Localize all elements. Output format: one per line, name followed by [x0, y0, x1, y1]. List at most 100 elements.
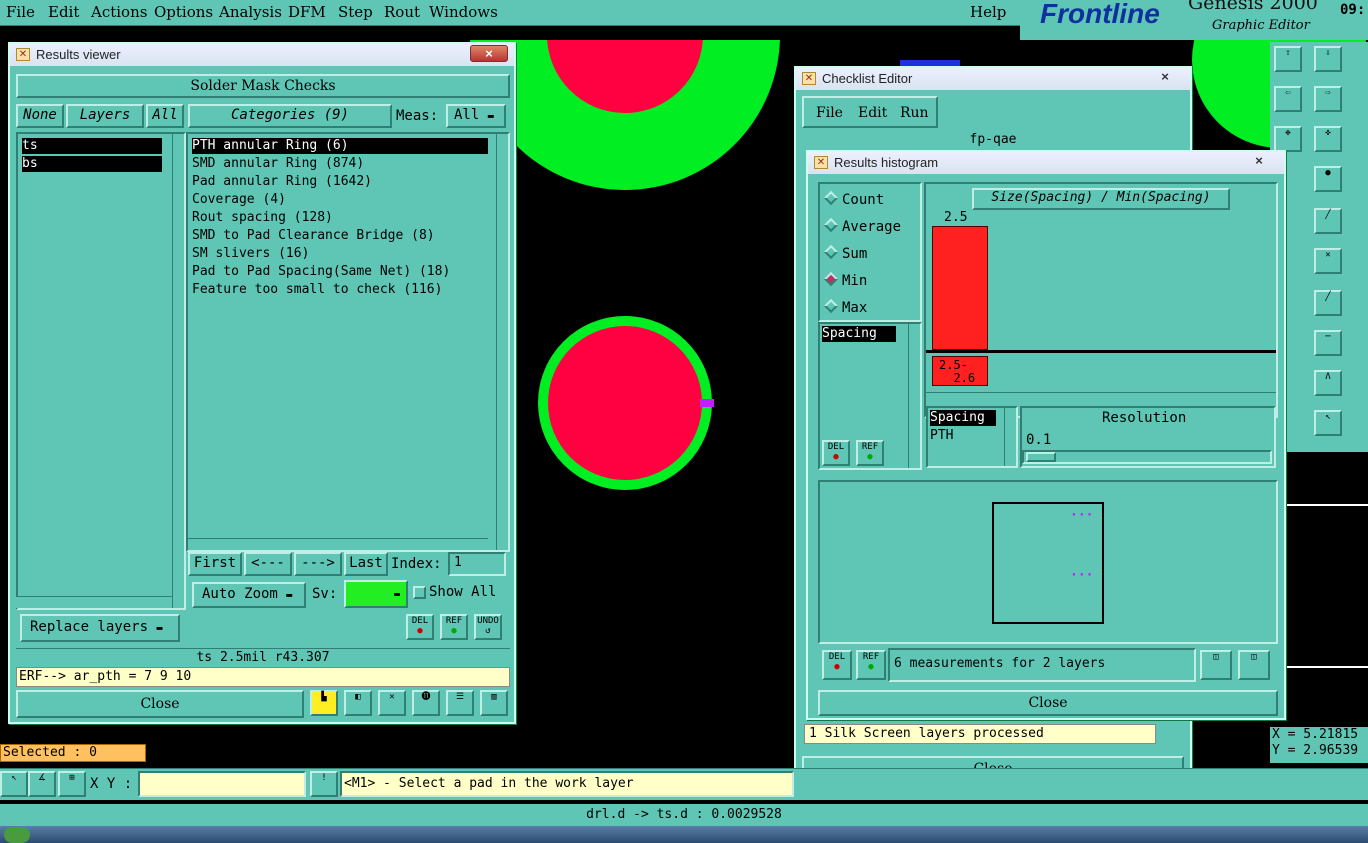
list-item[interactable]: Pad to Pad Spacing(Same Net) (18): [192, 264, 450, 280]
tool-right-icon[interactable]: ⇨: [1314, 86, 1342, 112]
radio-sum[interactable]: Sum: [823, 244, 867, 262]
del-button[interactable]: DEL ●: [406, 614, 434, 640]
auto-zoom-dropdown[interactable]: Auto Zoom ▬: [192, 582, 306, 608]
menu-rout[interactable]: Rout: [384, 3, 420, 21]
close-button[interactable]: Close: [16, 690, 304, 718]
spacing-scrollbar[interactable]: [1004, 408, 1016, 466]
hist-ref-button[interactable]: REF ●: [856, 440, 884, 466]
tool-select-icon[interactable]: ↖: [1314, 410, 1342, 436]
tool-up-icon[interactable]: ⇧: [1274, 46, 1302, 72]
layers-list[interactable]: ts bs: [16, 132, 186, 610]
report-icon[interactable]: ▙: [310, 690, 338, 716]
list-item[interactable]: PTH annular Ring (6): [192, 138, 488, 154]
layers-none-button[interactable]: None: [16, 104, 64, 128]
list-item[interactable]: Spacing: [822, 326, 896, 342]
list-item[interactable]: Feature too small to check (116): [192, 282, 442, 298]
chart-hscrollbar[interactable]: [926, 392, 1276, 404]
prev-button[interactable]: <---: [244, 552, 292, 576]
close-icon[interactable]: ×: [1240, 153, 1278, 170]
menu-analysis[interactable]: Analysis: [219, 3, 282, 21]
layers-all-button[interactable]: All: [146, 104, 184, 128]
layers-button[interactable]: Layers: [66, 104, 144, 128]
list-item[interactable]: Coverage (4): [192, 192, 286, 208]
preview-frame[interactable]: ··· ···: [992, 502, 1104, 624]
list-item[interactable]: SM slivers (16): [192, 246, 309, 262]
erf-icon[interactable]: ✕: [378, 690, 406, 716]
snap-icon[interactable]: ↖: [0, 771, 28, 797]
replace-layers-dropdown[interactable]: Replace layers ▬: [20, 614, 180, 642]
menu-run[interactable]: Run: [900, 104, 929, 122]
export-icon[interactable]: ◧: [344, 690, 372, 716]
list-item[interactable]: Rout spacing (128): [192, 210, 333, 226]
zoom-next-icon[interactable]: ◫: [1200, 650, 1232, 680]
menu-edit[interactable]: Edit: [858, 104, 887, 122]
sv-color-dropdown[interactable]: ▬: [344, 580, 408, 608]
histogram-close-button[interactable]: Close: [818, 690, 1278, 716]
layers-hscrollbar[interactable]: [16, 596, 172, 608]
tool-cross-icon[interactable]: ✕: [1314, 248, 1342, 274]
histogram-bar[interactable]: [932, 226, 988, 350]
histogram-titlebar[interactable]: ✕ Results histogram ×: [808, 152, 1284, 174]
list-item[interactable]: bs: [22, 156, 162, 172]
next-button[interactable]: --->: [294, 552, 342, 576]
menu-windows[interactable]: Windows: [429, 3, 498, 21]
xy-input[interactable]: [138, 771, 306, 797]
notes-icon[interactable]: ☰: [446, 690, 474, 716]
index-input[interactable]: 1: [448, 552, 506, 576]
radio-min[interactable]: Min: [823, 271, 867, 289]
angle-icon[interactable]: ∡: [28, 771, 56, 797]
menu-step[interactable]: Step: [338, 3, 373, 21]
tool-fit-icon[interactable]: ✥: [1274, 126, 1302, 152]
categories-list[interactable]: PTH annular Ring (6) SMD annular Ring (8…: [186, 132, 510, 552]
tool-arc-icon[interactable]: Λ: [1314, 370, 1342, 396]
tool-dash-icon[interactable]: ─: [1314, 330, 1342, 356]
menu-help[interactable]: Help: [970, 3, 1006, 21]
checklist-editor-titlebar[interactable]: ✕ Checklist Editor ×: [796, 68, 1190, 90]
start-button[interactable]: [4, 827, 30, 843]
alert-icon[interactable]: !: [310, 771, 338, 797]
radio-average[interactable]: Average: [823, 217, 901, 235]
zoom-prev-icon[interactable]: ◫: [1238, 650, 1270, 680]
menu-actions[interactable]: Actions: [91, 3, 147, 21]
tool-left-icon[interactable]: ⇦: [1274, 86, 1302, 112]
menu-dfm[interactable]: DFM: [288, 3, 326, 21]
menu-file[interactable]: File: [6, 3, 35, 21]
radio-count[interactable]: Count: [823, 190, 884, 208]
list-item[interactable]: PTH: [930, 428, 953, 444]
categories-hscrollbar[interactable]: [188, 538, 488, 550]
menu-file[interactable]: File: [816, 104, 843, 122]
list-item[interactable]: Pad annular Ring (1642): [192, 174, 372, 190]
undo-button[interactable]: UNDO ↺: [474, 614, 502, 640]
list-item[interactable]: Spacing: [930, 410, 996, 426]
grid-icon[interactable]: ⊞: [58, 771, 86, 797]
tool-line-icon[interactable]: ╱: [1314, 208, 1342, 234]
tool-diag-icon[interactable]: ╱: [1314, 290, 1342, 316]
last-button[interactable]: Last: [344, 552, 388, 576]
close-icon[interactable]: ×: [470, 45, 508, 62]
bottom-del-button[interactable]: DEL ●: [822, 650, 852, 680]
close-icon[interactable]: ×: [1146, 69, 1184, 86]
list-item[interactable]: SMD to Pad Clearance Bridge (8): [192, 228, 435, 244]
tool-pan-icon[interactable]: ✜: [1314, 126, 1342, 152]
ref-button[interactable]: REF ●: [440, 614, 468, 640]
list-item[interactable]: SMD annular Ring (874): [192, 156, 364, 172]
number-icon[interactable]: ⓫: [412, 690, 440, 716]
hist-del-button[interactable]: DEL ●: [822, 440, 850, 466]
layers-scrollbar[interactable]: [172, 134, 184, 608]
chart-icon[interactable]: ▥: [480, 690, 508, 716]
tool-point-icon[interactable]: ●: [1314, 166, 1342, 192]
first-button[interactable]: First: [188, 552, 242, 576]
measure-scrollbar[interactable]: [908, 324, 920, 468]
spacing-list[interactable]: Spacing PTH: [926, 406, 1018, 468]
bottom-ref-button[interactable]: REF ●: [856, 650, 886, 680]
meas-dropdown[interactable]: All ▬: [446, 104, 506, 128]
menu-options[interactable]: Options: [154, 3, 213, 21]
show-all-checkbox[interactable]: [413, 586, 426, 599]
resolution-slider[interactable]: [1022, 450, 1272, 464]
results-viewer-titlebar[interactable]: ✕ Results viewer ×: [10, 44, 514, 66]
menu-edit[interactable]: Edit: [48, 3, 79, 21]
tool-down-icon[interactable]: ⇩: [1314, 46, 1342, 72]
slider-thumb[interactable]: [1026, 452, 1056, 462]
radio-max[interactable]: Max: [823, 298, 867, 316]
list-item[interactable]: ts: [22, 138, 162, 154]
